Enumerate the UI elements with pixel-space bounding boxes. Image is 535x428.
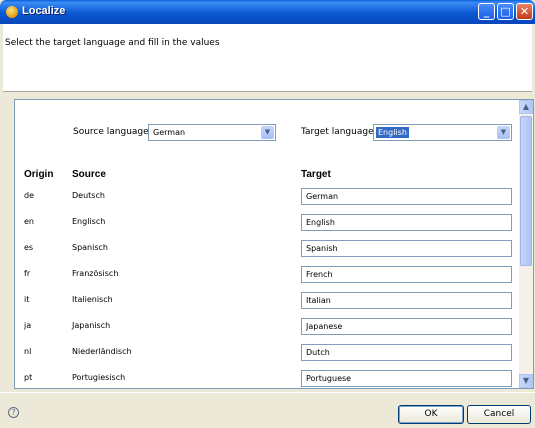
origin-column-header: Origin: [24, 169, 54, 180]
window-title: Localize: [22, 5, 66, 17]
target-input[interactable]: French: [301, 266, 512, 283]
scrollbar-thumb[interactable]: [520, 116, 532, 266]
close-button[interactable]: ✕: [516, 3, 533, 20]
source-cell: Japanisch: [72, 321, 111, 330]
origin-cell: en: [24, 217, 34, 226]
origin-cell: pt: [24, 373, 33, 382]
minimize-icon: _: [483, 5, 490, 18]
target-input-value: Italian: [306, 296, 331, 305]
target-input[interactable]: German: [301, 188, 512, 205]
origin-cell: nl: [24, 347, 32, 356]
dialog-header: [3, 24, 532, 91]
target-input[interactable]: Portuguese: [301, 370, 512, 387]
vertical-scrollbar[interactable]: ▲ ▼: [519, 100, 533, 388]
header-separator: [3, 91, 532, 92]
scroll-up-icon[interactable]: ▲: [519, 100, 533, 114]
origin-cell: ja: [24, 321, 32, 330]
localize-app-icon: [6, 6, 18, 18]
target-input-value: English: [306, 218, 335, 227]
source-cell: Englisch: [72, 217, 106, 226]
localization-scroll-pane[interactable]: Source language: German ▼ Target languag…: [14, 99, 534, 389]
source-cell: Französisch: [72, 269, 119, 278]
target-language-value: English: [376, 127, 409, 138]
localize-dialog: Localize _ □ ✕ Select the target languag…: [0, 0, 535, 428]
source-cell: Portugiesisch: [72, 373, 126, 382]
maximize-icon: □: [500, 5, 511, 18]
target-input-value: French: [306, 270, 333, 279]
origin-cell: es: [24, 243, 34, 252]
minimize-button[interactable]: _: [478, 3, 495, 20]
source-language-value: German: [153, 128, 186, 137]
target-column-header: Target: [301, 169, 331, 180]
chevron-down-icon[interactable]: ▼: [261, 126, 274, 139]
origin-cell: it: [24, 295, 30, 304]
footer-separator: [0, 392, 535, 393]
target-input[interactable]: Japanese: [301, 318, 512, 335]
source-cell: Niederländisch: [72, 347, 132, 356]
target-language-select[interactable]: English ▼: [373, 124, 512, 141]
target-input-value: Portuguese: [306, 374, 352, 383]
chevron-down-icon[interactable]: ▼: [497, 126, 510, 139]
target-input-value: Dutch: [306, 348, 330, 357]
source-cell: Spanisch: [72, 243, 108, 252]
help-icon[interactable]: ?: [8, 407, 19, 418]
cancel-button[interactable]: Cancel: [467, 405, 531, 424]
target-input-value: Japanese: [306, 322, 343, 331]
origin-cell: de: [24, 191, 34, 200]
origin-cell: fr: [24, 269, 31, 278]
target-input[interactable]: English: [301, 214, 512, 231]
target-input[interactable]: Italian: [301, 292, 512, 309]
target-input-value: German: [306, 192, 339, 201]
close-icon: ✕: [519, 5, 530, 18]
source-cell: Deutsch: [72, 191, 105, 200]
title-bar[interactable]: Localize _ □ ✕: [0, 0, 535, 24]
target-input[interactable]: Dutch: [301, 344, 512, 361]
target-language-label: Target language:: [301, 127, 377, 137]
target-input-value: Spanish: [306, 244, 338, 253]
source-cell: Italienisch: [72, 295, 113, 304]
header-description: Select the target language and fill in t…: [5, 38, 220, 48]
source-language-label: Source language:: [73, 127, 152, 137]
source-column-header: Source: [72, 169, 106, 180]
scroll-down-icon[interactable]: ▼: [519, 374, 533, 388]
target-input[interactable]: Spanish: [301, 240, 512, 257]
ok-button[interactable]: OK: [398, 405, 464, 424]
maximize-button[interactable]: □: [497, 3, 514, 20]
source-language-select[interactable]: German ▼: [148, 124, 276, 141]
